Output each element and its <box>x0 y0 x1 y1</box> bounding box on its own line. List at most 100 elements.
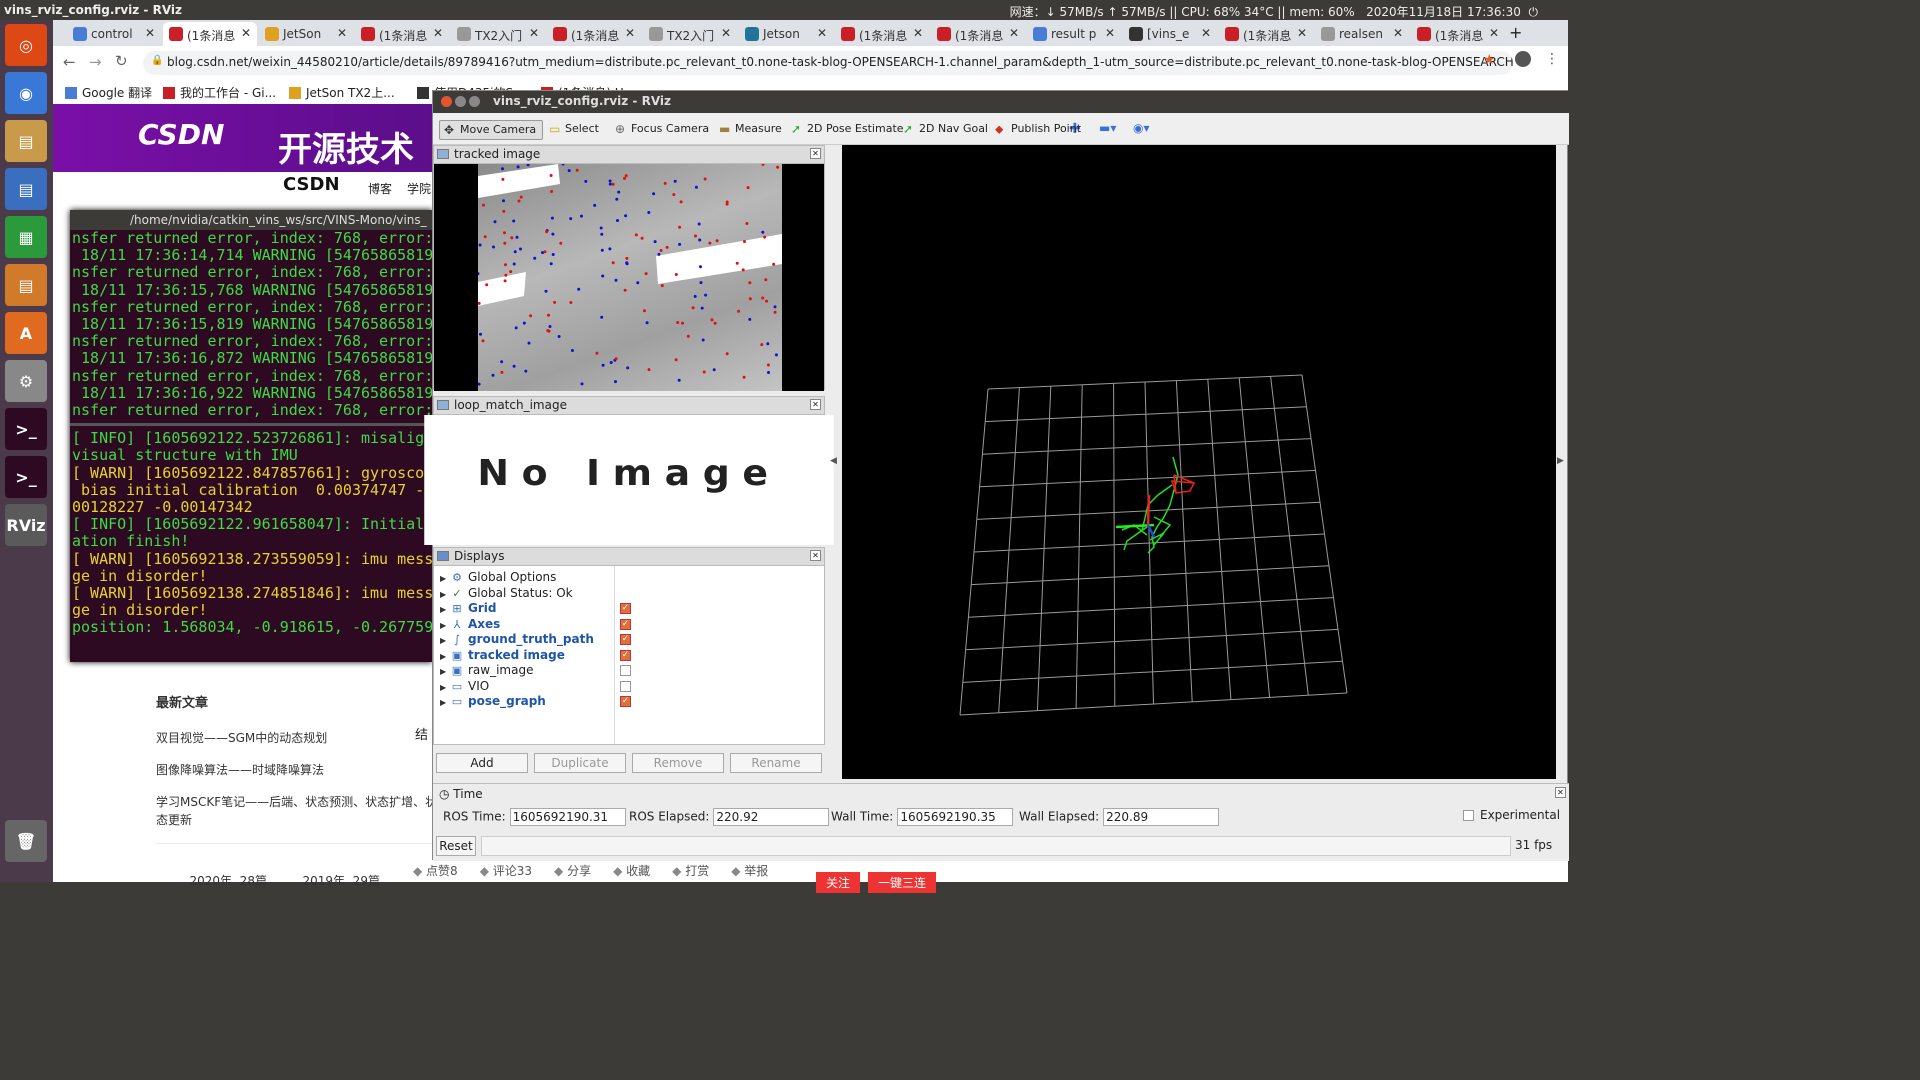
browser-tab[interactable]: control ✕ <box>67 22 161 46</box>
rviz-titlebar[interactable]: vins_rviz_config.rviz - RViz <box>433 91 1569 113</box>
tab-close-icon[interactable]: ✕ <box>817 26 827 40</box>
display-checkbox[interactable]: ✓ <box>620 696 631 707</box>
experimental-checkbox[interactable] <box>1463 810 1474 821</box>
tool-2d-nav-goal[interactable]: ➚ 2D Nav Goal <box>899 120 994 140</box>
expand-arrow-icon[interactable]: ▶ <box>440 590 450 599</box>
browser-tab[interactable]: Jetson ✕ <box>739 22 833 46</box>
tool-select[interactable]: ▭ Select <box>545 120 605 140</box>
browser-tab[interactable]: realsen ✕ <box>1315 22 1409 46</box>
launcher-writer-icon[interactable]: ▤ <box>5 168 47 210</box>
3d-view[interactable] <box>842 145 1556 779</box>
tab-close-icon[interactable]: ✕ <box>1201 26 1211 40</box>
remove-tool-icon[interactable]: ▬▾ <box>1099 121 1116 135</box>
display-item[interactable]: ▶ ⚙ Global Options <box>440 570 556 586</box>
tab-close-icon[interactable]: ✕ <box>1393 26 1403 40</box>
tab-close-icon[interactable]: ✕ <box>337 26 347 40</box>
launcher-ubuntu-icon[interactable]: ◎ <box>5 24 47 66</box>
ros-elapsed-field[interactable]: 220.92 <box>713 808 830 826</box>
close-icon[interactable]: ✕ <box>810 148 821 159</box>
tab-close-icon[interactable]: ✕ <box>625 26 635 40</box>
launcher-calc-icon[interactable]: ▦ <box>5 216 47 258</box>
display-checkbox[interactable] <box>620 680 631 692</box>
display-item[interactable]: ▶ ∫ ground_truth_path <box>440 632 594 648</box>
tool-2d-pose-estimate[interactable]: ➚ 2D Pose Estimate <box>787 120 910 140</box>
terminal-titlebar[interactable]: /home/nvidia/catkin_vins_ws/src/VINS-Mon… <box>70 210 432 230</box>
browser-tab[interactable]: (1条消息 ✕ <box>1411 22 1505 46</box>
expand-arrow-icon[interactable]: ▶ <box>440 636 450 645</box>
launcher-terminal-icon[interactable]: >_ <box>5 456 47 498</box>
action-item[interactable]: ◆ 分享 <box>554 864 591 878</box>
nav-blog[interactable]: 博客 <box>368 180 392 197</box>
browser-tab[interactable]: (1条消息 ✕ <box>355 22 449 46</box>
view-tool-icon[interactable]: ◉▾ <box>1133 121 1150 135</box>
reload-icon[interactable]: ↻ <box>115 52 128 70</box>
tool-focus-camera[interactable]: ⊕ Focus Camera <box>611 120 715 140</box>
archive-2019[interactable]: 2019年 29篇 <box>303 874 380 888</box>
launcher-software-icon[interactable]: A <box>5 312 47 354</box>
csdn-logo[interactable]: CSDN <box>283 174 340 195</box>
action-item[interactable]: ◆ 点赞8 <box>413 864 458 878</box>
tab-close-icon[interactable]: ✕ <box>529 26 539 40</box>
expand-arrow-icon[interactable]: ▶ <box>440 652 450 661</box>
duplicate-button[interactable]: Duplicate <box>534 753 626 773</box>
display-checkbox[interactable] <box>620 665 631 676</box>
browser-tab[interactable]: TX2入门 ✕ <box>643 22 737 46</box>
bookmark-item[interactable]: JetSon TX2上... <box>289 84 395 101</box>
minimize-icon[interactable] <box>455 96 466 107</box>
expand-arrow-icon[interactable]: ▶ <box>440 667 450 676</box>
triple-button[interactable]: 一键三连 <box>868 872 937 893</box>
display-item[interactable]: ▶ ▭ VIO <box>440 679 489 695</box>
launcher-impress-icon[interactable]: ▤ <box>5 264 47 306</box>
tab-close-icon[interactable]: ✕ <box>1489 26 1499 40</box>
display-item[interactable]: ▶ ▣ tracked image <box>440 648 565 664</box>
tab-close-icon[interactable]: ✕ <box>1009 26 1019 40</box>
close-icon[interactable] <box>441 96 452 107</box>
tool-measure[interactable]: ▬ Measure <box>715 120 788 140</box>
reset-button[interactable]: Reset <box>436 836 476 856</box>
tab-close-icon[interactable]: ✕ <box>721 26 731 40</box>
close-icon[interactable]: ✕ <box>1555 787 1566 798</box>
browser-tab[interactable]: TX2入门 ✕ <box>451 22 545 46</box>
browser-tab[interactable]: (1条消息 ✕ <box>547 22 641 46</box>
display-checkbox[interactable]: ✓ <box>620 618 631 630</box>
display-checkbox[interactable]: ✓ <box>620 603 631 614</box>
bookmark-item[interactable]: Google 翻译 <box>65 84 152 101</box>
close-icon[interactable]: ✕ <box>810 399 821 410</box>
archive-2020[interactable]: 2020年 28篇 <box>187 872 303 889</box>
article-link[interactable]: 图像降噪算法——时域降噪算法 <box>156 761 446 779</box>
browser-tab[interactable]: JetSon ✕ <box>259 22 353 46</box>
browser-tab[interactable]: result p ✕ <box>1027 22 1121 46</box>
action-item[interactable]: ◆ 打赏 <box>672 864 709 878</box>
add-button[interactable]: Add <box>436 753 528 773</box>
display-item[interactable]: ▶ ⅄ Axes <box>440 617 500 633</box>
close-icon[interactable]: ✕ <box>810 550 821 561</box>
display-item[interactable]: ▶ ▭ pose_graph <box>440 694 546 710</box>
article-link[interactable]: 学习MSCKF笔记——后端、状态预测、状态扩增、状态更新 <box>156 793 446 829</box>
action-item[interactable]: ◆ 收藏 <box>613 864 650 878</box>
article-link[interactable]: 双目视觉——SGM中的动态规划 <box>156 729 446 747</box>
menu-icon[interactable]: ⋮ <box>1545 51 1559 67</box>
url-bar[interactable]: 🔒 blog.csdn.net/weixin_44580210/article/d… <box>143 51 1513 75</box>
browser-tab[interactable]: (1条消息 ✕ <box>835 22 929 46</box>
action-item[interactable]: ◆ 评论33 <box>480 864 532 878</box>
maximize-icon[interactable] <box>469 96 480 107</box>
display-checkbox[interactable]: ✓ <box>620 634 631 645</box>
browser-tab[interactable]: (1条消息 ✕ <box>931 22 1025 46</box>
csdn-banner[interactable]: CSDN 开源技术 <box>53 104 438 172</box>
expand-arrow-icon[interactable]: ▶ <box>440 683 450 692</box>
display-item[interactable]: ▶ ✓ Global Status: Ok <box>440 586 573 602</box>
tab-close-icon[interactable]: ✕ <box>1105 26 1115 40</box>
browser-tab[interactable]: [vins_e ✕ <box>1123 22 1217 46</box>
wall-elapsed-field[interactable]: 220.89 <box>1103 808 1220 826</box>
nav-academy[interactable]: 学院 <box>407 180 431 197</box>
launcher-files-icon[interactable]: ▤ <box>5 120 47 162</box>
tab-close-icon[interactable]: ✕ <box>913 26 923 40</box>
expand-arrow-icon[interactable]: ▶ <box>440 698 450 707</box>
display-item[interactable]: ▶ ⊞ Grid <box>440 601 496 617</box>
rename-button[interactable]: Rename <box>730 753 822 773</box>
launcher-trash-icon[interactable]: 🗑 <box>5 820 47 862</box>
terminal-window[interactable]: /home/nvidia/catkin_vins_ws/src/VINS-Mon… <box>70 210 432 662</box>
tool-move-camera[interactable]: ✥ Move Camera <box>439 120 544 140</box>
browser-tab[interactable]: (1条消息 ✕ <box>1219 22 1313 46</box>
launcher-rviz-icon[interactable]: RViz <box>5 504 47 546</box>
